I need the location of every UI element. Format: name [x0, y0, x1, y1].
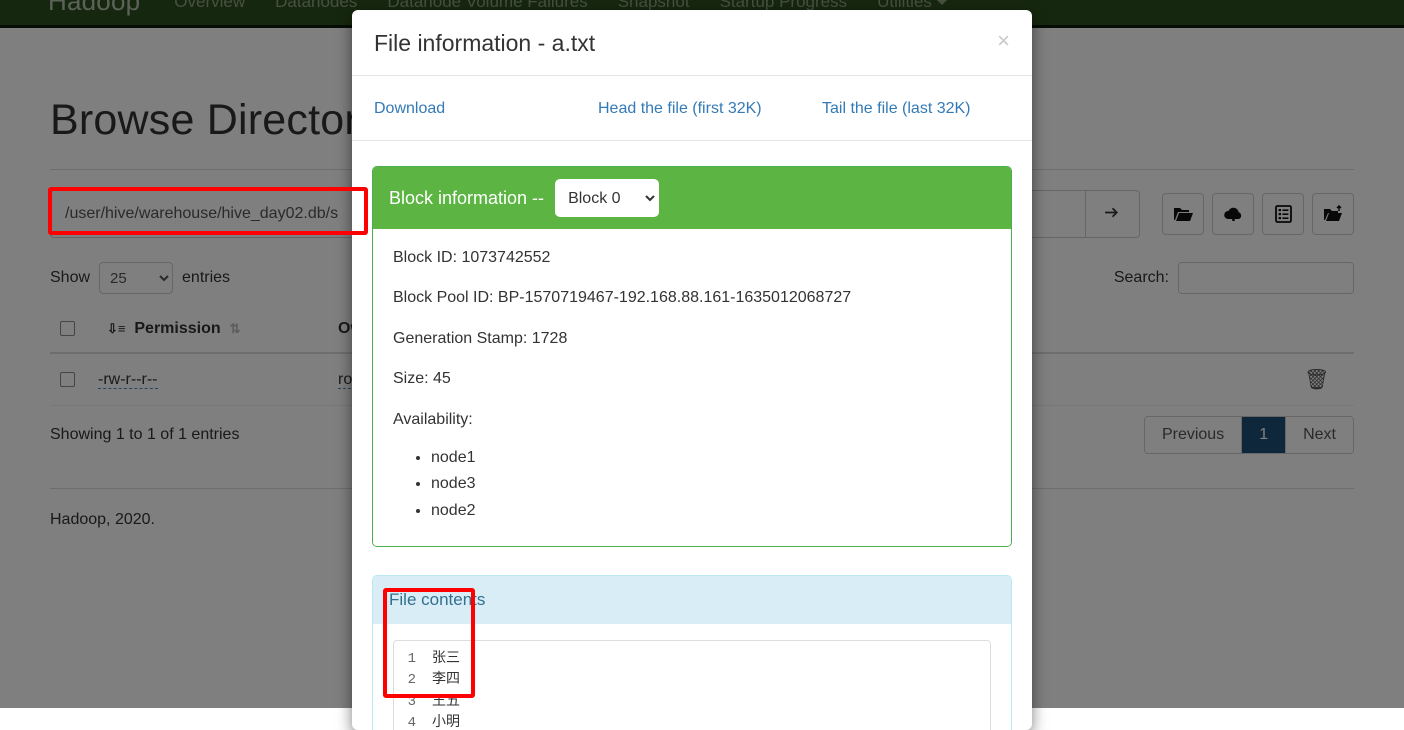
head-file-link-wrap: Head the file (first 32K) [598, 100, 822, 118]
head-file-link[interactable]: Head the file (first 32K) [598, 100, 762, 117]
line-text: 小明 [432, 713, 460, 730]
block-information-label: Block information -- [389, 188, 544, 209]
block-id: Block ID: 1073742552 [393, 243, 991, 273]
file-contents-header: File contents [373, 576, 1011, 624]
code-line: 2李四 [394, 670, 990, 691]
line-number: 3 [394, 692, 432, 713]
code-line: 1张三 [394, 649, 990, 670]
generation-stamp: Generation Stamp: 1728 [393, 324, 991, 354]
block-size: Size: 45 [393, 364, 991, 394]
block-pool-id: Block Pool ID: BP-1570719467-192.168.88.… [393, 283, 991, 313]
line-number: 1 [394, 649, 432, 670]
line-text: 王五 [432, 692, 460, 713]
line-number: 4 [394, 713, 432, 730]
list-item: node2 [431, 498, 991, 524]
close-icon[interactable]: × [997, 30, 1010, 52]
list-item: node3 [431, 471, 991, 497]
block-information-body: Block ID: 1073742552 Block Pool ID: BP-1… [373, 229, 1011, 546]
modal-title: File information - a.txt [374, 30, 595, 57]
file-contents-panel: File contents 1张三 2李四 3王五 4小明 5小红 [372, 575, 1012, 730]
code-line: 3王五 [394, 692, 990, 713]
line-text: 张三 [432, 649, 460, 670]
file-contents-code-box[interactable]: 1张三 2李四 3王五 4小明 5小红 [393, 640, 991, 730]
modal-action-links: Download Head the file (first 32K) Tail … [352, 76, 1032, 141]
download-link[interactable]: Download [374, 100, 445, 117]
tail-file-link[interactable]: Tail the file (last 32K) [822, 100, 971, 117]
availability-label: Availability: [393, 405, 991, 435]
tail-file-link-wrap: Tail the file (last 32K) [822, 100, 971, 118]
block-information-panel: Block information -- Block 0 Block ID: 1… [372, 166, 1012, 547]
block-select[interactable]: Block 0 [555, 179, 659, 217]
list-item: node1 [431, 445, 991, 471]
line-number: 2 [394, 670, 432, 691]
block-information-header: Block information -- Block 0 [373, 167, 1011, 229]
availability-list: node1 node3 node2 [393, 445, 991, 524]
file-information-modal: File information - a.txt × Download Head… [352, 10, 1032, 730]
modal-header: File information - a.txt × [352, 10, 1032, 76]
code-line: 4小明 [394, 713, 990, 730]
line-text: 李四 [432, 670, 460, 691]
download-link-wrap: Download [374, 100, 598, 118]
file-contents-body: 1张三 2李四 3王五 4小明 5小红 [373, 624, 1011, 730]
